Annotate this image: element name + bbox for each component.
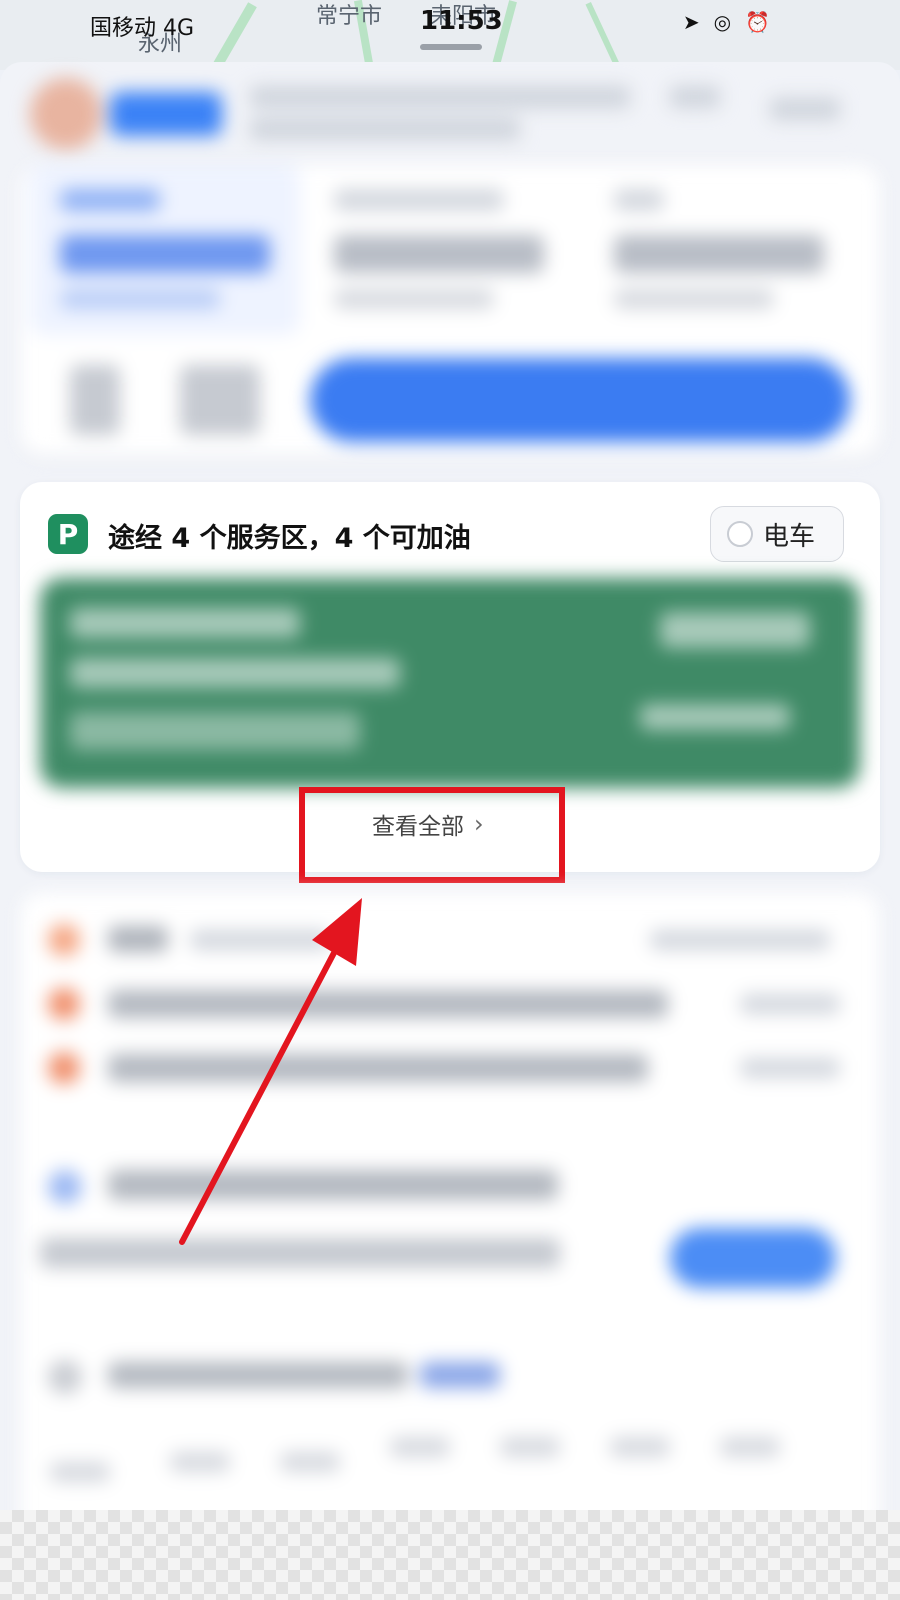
clock: 11:53 [420, 6, 503, 36]
transparency-background [0, 1510, 900, 1600]
ev-toggle-label: 电车 [763, 521, 816, 552]
sheet-drag-handle[interactable] [420, 44, 482, 50]
route-tool-2[interactable] [180, 365, 260, 435]
avatar[interactable] [30, 78, 102, 150]
location-icon: ➤ [682, 10, 700, 34]
service-area-item[interactable] [40, 578, 860, 788]
service-area-title: 途经 4 个服务区，4 个可加油 [108, 523, 471, 554]
carrier-label: 国移动 4G [90, 16, 195, 41]
alarm-icon: ⏰ [745, 10, 770, 34]
route-option-1[interactable] [30, 165, 300, 335]
route-tool-1[interactable] [70, 365, 120, 435]
radio-icon [727, 521, 753, 547]
parking-service-icon: P [48, 514, 88, 554]
start-navigation-button[interactable] [310, 358, 850, 442]
status-icons: ➤ ◎ ⏰ [683, 10, 770, 34]
status-bar: 国移动 4G 11:53 ➤ ◎ ⏰ [0, 0, 900, 48]
road-info-card [20, 892, 880, 1542]
rotation-lock-icon: ◎ [713, 10, 732, 34]
route-option-2[interactable] [320, 165, 570, 335]
annotation-highlight-box [299, 787, 565, 883]
road-info-action-button[interactable] [670, 1228, 836, 1288]
ev-toggle[interactable]: 电车 [710, 506, 844, 562]
user-tag [110, 92, 222, 136]
route-option-3[interactable] [600, 165, 860, 335]
